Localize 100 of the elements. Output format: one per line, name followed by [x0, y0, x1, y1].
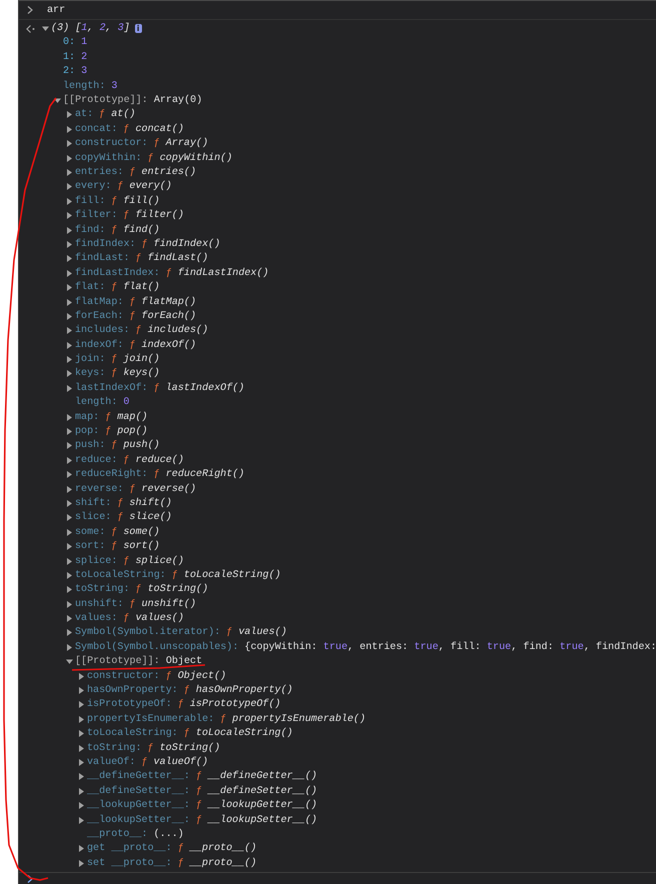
property-key: findLastIndex:	[75, 268, 160, 279]
collapsed-triangle-icon[interactable]	[66, 629, 73, 636]
collapsed-triangle-icon[interactable]	[66, 312, 73, 320]
function-value: ƒ sort()	[111, 541, 160, 552]
property-key: unshift:	[75, 598, 124, 610]
property-key: shift:	[75, 498, 112, 509]
collapsed-triangle-icon[interactable]	[78, 687, 85, 694]
function-value: ƒ includes()	[136, 325, 208, 336]
array-preview: (3) [1, 2, 3]	[51, 23, 130, 34]
collapsed-triangle-icon[interactable]	[66, 140, 73, 148]
collapsed-triangle-icon[interactable]	[78, 759, 85, 766]
expanded-triangle-icon[interactable]	[54, 97, 61, 104]
function-value: ƒ find()	[111, 224, 160, 236]
collapsed-triangle-icon[interactable]	[66, 486, 73, 493]
property-key: forEach:	[75, 310, 124, 322]
property-key: map:	[75, 412, 100, 423]
function-value: ƒ indexOf()	[129, 340, 196, 351]
collapsed-triangle-icon[interactable]	[66, 528, 73, 536]
collapsed-triangle-icon[interactable]	[78, 716, 85, 723]
property-key: keys:	[75, 368, 106, 380]
collapsed-triangle-icon[interactable]	[66, 356, 73, 364]
collapsed-triangle-icon[interactable]	[78, 802, 85, 810]
property-key: entries:	[75, 166, 124, 178]
info-badge[interactable]: i	[134, 24, 142, 34]
property-key: __defineSetter__:	[87, 786, 190, 797]
property-key: find:	[75, 224, 106, 236]
result-arrow-icon	[26, 24, 35, 33]
collapsed-triangle-icon[interactable]	[66, 600, 73, 608]
collapsed-triangle-icon[interactable]	[66, 255, 73, 262]
collapsed-triangle-icon[interactable]	[66, 572, 73, 579]
collapsed-triangle-icon[interactable]	[78, 672, 85, 680]
collapsed-triangle-icon[interactable]	[78, 744, 85, 752]
property-key: push:	[75, 440, 106, 452]
function-value: ƒ concat()	[123, 124, 184, 135]
collapsed-triangle-icon[interactable]	[66, 514, 73, 522]
property-key: splice:	[75, 556, 118, 567]
function-value: ƒ entries()	[129, 166, 196, 178]
collapsed-triangle-icon[interactable]	[78, 816, 85, 824]
property-key: concat:	[75, 124, 118, 135]
collapsed-triangle-icon[interactable]	[66, 212, 73, 220]
collapsed-triangle-icon[interactable]	[78, 788, 85, 795]
property-key: 2:	[63, 66, 76, 78]
collapsed-triangle-icon[interactable]	[66, 198, 73, 205]
collapsed-triangle-icon[interactable]	[66, 456, 73, 464]
function-value: ƒ shift()	[117, 498, 172, 509]
collapsed-triangle-icon[interactable]	[78, 845, 85, 852]
collapsed-triangle-icon[interactable]	[66, 154, 73, 162]
function-value: ƒ __defineGetter__()	[196, 771, 318, 782]
number-value: 3	[111, 80, 118, 92]
collapsed-triangle-icon[interactable]	[66, 240, 73, 248]
collapsed-triangle-icon[interactable]	[66, 270, 73, 277]
property-key: toString:	[75, 584, 130, 596]
collapsed-triangle-icon[interactable]	[66, 226, 73, 234]
collapsed-triangle-icon[interactable]	[66, 558, 73, 565]
collapsed-triangle-icon[interactable]	[66, 183, 73, 190]
property-key: 0:	[63, 37, 76, 48]
collapsed-triangle-icon[interactable]	[66, 442, 73, 450]
expanded-triangle-icon[interactable]	[42, 25, 49, 32]
property-key: valueOf:	[87, 757, 136, 768]
collapsed-triangle-icon[interactable]	[66, 644, 73, 651]
collapsed-triangle-icon[interactable]	[78, 701, 85, 708]
property-key: constructor:	[75, 138, 148, 150]
collapsed-triangle-icon[interactable]	[66, 615, 73, 622]
function-value: ƒ splice()	[123, 556, 184, 567]
property-key: set __proto__:	[87, 858, 172, 869]
function-value: ƒ hasOwnProperty()	[184, 685, 293, 696]
collapsed-triangle-icon[interactable]	[78, 860, 85, 867]
property-key: length:	[63, 80, 106, 92]
collapsed-triangle-icon[interactable]	[66, 298, 73, 306]
collapsed-triangle-icon[interactable]	[66, 327, 73, 334]
expanded-triangle-icon[interactable]	[66, 658, 73, 666]
property-key: reduceRight:	[75, 469, 148, 480]
collapsed-triangle-icon[interactable]	[66, 168, 73, 176]
function-value: ƒ __lookupGetter__()	[196, 800, 318, 812]
property-key: findLast:	[75, 253, 130, 264]
collapsed-triangle-icon[interactable]	[66, 111, 73, 118]
collapsed-triangle-icon[interactable]	[78, 730, 85, 738]
collapsed-triangle-icon[interactable]	[78, 773, 85, 780]
collapsed-triangle-icon[interactable]	[66, 586, 73, 594]
collapsed-triangle-icon[interactable]	[66, 370, 73, 378]
function-value: ƒ every()	[117, 181, 172, 192]
function-value: ƒ values()	[226, 627, 287, 638]
function-value: ƒ filter()	[123, 210, 184, 222]
collapsed-triangle-icon[interactable]	[66, 414, 73, 421]
function-value: ƒ unshift()	[129, 598, 196, 610]
collapsed-triangle-icon[interactable]	[66, 428, 73, 436]
property-key: __lookupGetter__:	[87, 800, 190, 812]
collapsed-triangle-icon[interactable]	[66, 126, 73, 133]
collapsed-triangle-icon[interactable]	[66, 543, 73, 550]
number-value: 3	[81, 66, 88, 78]
function-value: ƒ propertyIsEnumerable()	[220, 714, 366, 725]
collapsed-triangle-icon[interactable]	[66, 384, 73, 392]
property-key: pop:	[75, 426, 100, 438]
collapsed-triangle-icon[interactable]	[66, 284, 73, 292]
collapsed-triangle-icon[interactable]	[66, 500, 73, 507]
input-prompt-icon	[27, 6, 33, 14]
number-value: 1	[81, 37, 88, 48]
collapsed-triangle-icon[interactable]	[66, 342, 73, 349]
function-value: ƒ __proto__()	[178, 843, 257, 854]
collapsed-triangle-icon[interactable]	[66, 471, 73, 478]
